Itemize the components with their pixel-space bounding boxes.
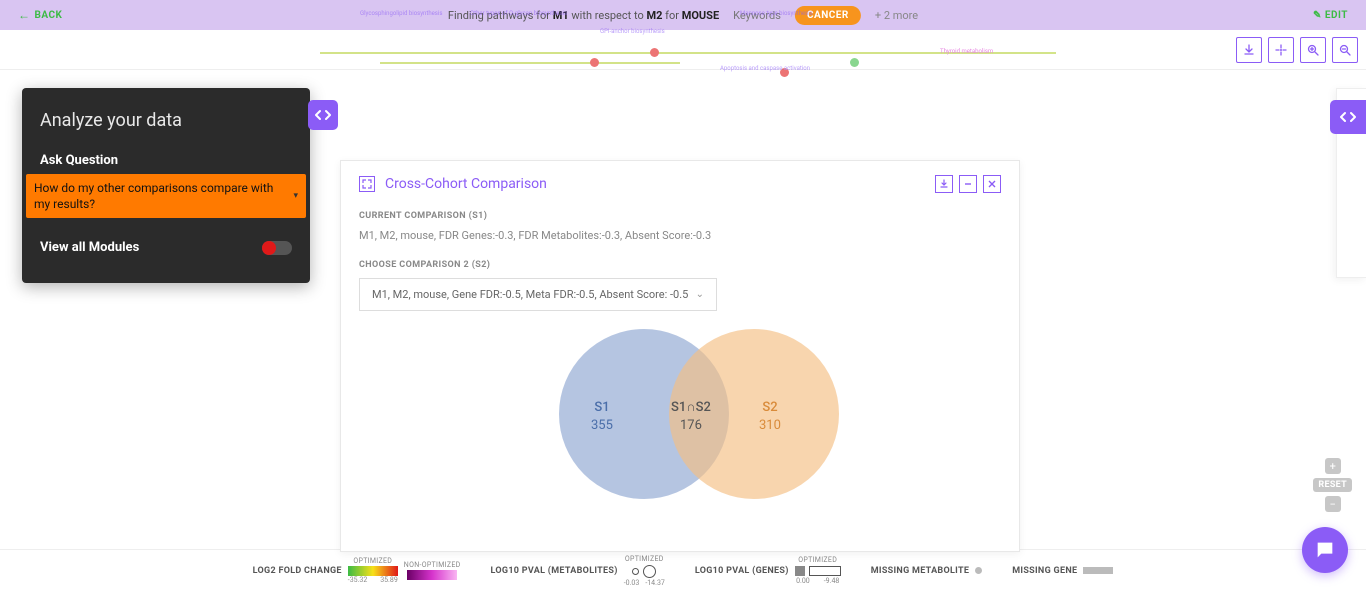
toggle-knob [262,241,276,255]
pencil-icon: ✎ [1313,10,1322,21]
venn-s2-count: 310 [759,417,781,435]
pathway-map-background: Glycosphingolipid biosynthesis Other typ… [320,10,1056,85]
fold-change-nonoptimized-gradient: NON-OPTIMIZED [404,561,461,580]
zoom-out-button[interactable] [1332,37,1358,63]
back-arrow-icon: ← [18,8,31,22]
cc-minimize-icon[interactable] [959,175,977,193]
view-modules-label: View all Modules [40,240,139,255]
legend-fold-change: LOG2 FOLD CHANGE OPTIMIZED -35.32 35.89 … [253,557,461,584]
venn-s1-name: S1 [591,399,613,417]
venn-inter-count: 176 [671,417,711,435]
legend-bar: LOG2 FOLD CHANGE OPTIMIZED -35.32 35.89 … [0,549,1366,591]
back-button[interactable]: ← BACK [18,8,62,22]
cc-header: Cross-Cohort Comparison [359,175,1001,193]
comparison-2-value: M1, M2, mouse, Gene FDR:-0.5, Meta FDR:-… [372,288,688,301]
pval-meta-label: LOG10 PVAL (METABOLITES) [491,566,618,576]
pval-genes-min: 0.00 [796,577,810,585]
zoom-controls: + RESET − [1313,458,1352,512]
cc-header-icons [935,175,1001,193]
view-modules-row: View all Modules [40,240,292,255]
collapse-panel-left-button[interactable] [308,100,338,130]
fit-screen-button[interactable] [1268,37,1294,63]
venn-s2-label: S2 310 [759,399,781,435]
back-label: BACK [35,10,63,21]
filled-rect-icon [795,566,805,576]
pval-meta-optimized-label: OPTIMIZED [625,555,664,563]
zoom-minus-button[interactable]: − [1325,496,1341,512]
missing-gene-label: MISSING GENE [1012,566,1077,576]
ask-question-label: Ask Question [40,153,292,168]
optimized-label: OPTIMIZED [353,557,392,565]
pval-meta-max: -14.37 [645,579,665,587]
current-comparison-label: CURRENT COMPARISON (S1) [359,211,1001,221]
edit-button[interactable]: ✎ EDIT [1313,10,1348,21]
legend-missing-metabolite: MISSING METABOLITE [871,566,983,576]
choose-comparison-label: CHOOSE COMPARISON 2 (S2) [359,260,1001,270]
zoom-in-button[interactable] [1300,37,1326,63]
comparison-2-select[interactable]: M1, M2, mouse, Gene FDR:-0.5, Meta FDR:-… [359,278,717,311]
pval-genes-label: LOG10 PVAL (GENES) [695,566,789,576]
edit-label: EDIT [1325,10,1348,21]
chevron-down-icon: ⌄ [696,289,704,300]
pval-meta-min: -0.03 [624,579,640,587]
cc-title: Cross-Cohort Comparison [385,176,547,192]
non-optimized-label: NON-OPTIMIZED [404,561,461,569]
legend-pval-genes: LOG10 PVAL (GENES) OPTIMIZED 0.00 -9.48 [695,556,841,585]
empty-rect-icon [809,566,841,576]
analyze-panel: Analyze your data Ask Question How do my… [22,88,310,283]
venn-s1-count: 355 [591,417,613,435]
fc-max: 35.89 [380,576,398,584]
pval-genes-optimized-label: OPTIMIZED [798,556,837,564]
legend-missing-gene: MISSING GENE [1012,566,1113,576]
big-circle-icon [643,565,656,578]
zoom-plus-button[interactable]: + [1325,458,1341,474]
fold-change-optimized-gradient: OPTIMIZED -35.32 35.89 [348,557,398,584]
missing-meta-label: MISSING METABOLITE [871,566,970,576]
expand-card-icon[interactable] [359,176,375,192]
cc-close-icon[interactable] [983,175,1001,193]
question-select-value: How do my other comparisons compare with… [34,181,273,211]
fold-change-label: LOG2 FOLD CHANGE [253,566,342,576]
small-circle-icon [632,568,639,575]
zoom-reset-button[interactable]: RESET [1313,478,1352,492]
venn-s1-label: S1 355 [591,399,613,435]
missing-gene-icon [1083,567,1113,574]
chat-bubble-button[interactable] [1302,527,1348,573]
current-comparison-text: M1, M2, mouse, FDR Genes:-0.3, FDR Metab… [359,229,1001,242]
venn-inter-name: S1∩S2 [671,399,711,417]
cc-download-icon[interactable] [935,175,953,193]
cc-title-group: Cross-Cohort Comparison [359,176,547,192]
cross-cohort-card: Cross-Cohort Comparison CURRENT COMPARIS… [340,160,1020,552]
venn-s2-name: S2 [759,399,781,417]
pval-genes-max: -9.48 [824,577,840,585]
venn-intersection-label: S1∩S2 176 [671,399,711,435]
download-button[interactable] [1236,37,1262,63]
legend-pval-metabolites: LOG10 PVAL (METABOLITES) OPTIMIZED -0.03… [491,555,665,587]
expand-panel-right-button[interactable] [1330,100,1366,134]
missing-meta-icon [975,567,982,574]
venn-diagram: S1 355 S1∩S2 176 S2 310 [359,329,1001,529]
analyze-title: Analyze your data [40,110,292,131]
question-select[interactable]: How do my other comparisons compare with… [26,174,306,218]
view-modules-toggle[interactable] [262,241,292,255]
fc-min: -35.32 [348,576,368,584]
